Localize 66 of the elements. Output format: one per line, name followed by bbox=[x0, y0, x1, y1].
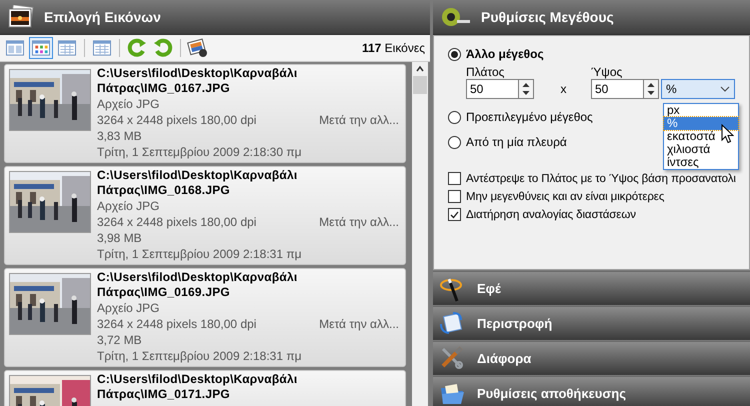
image-viewer-icon[interactable] bbox=[186, 37, 210, 59]
file-date: Τρίτη, 1 Σεπτεμβρίου 2009 2:18:30 πμ bbox=[97, 144, 303, 160]
file-path: C:\Users\filod\Desktop\Καρναβάλι Πάτρας\IMG_0167.JPG bbox=[97, 66, 298, 96]
file-date: Τρίτη, 1 Σεπτεμβρίου 2009 2:18:31 πμ bbox=[97, 348, 303, 364]
unit-option[interactable]: ίντσες bbox=[664, 156, 738, 169]
section-header[interactable]: Περιστροφή bbox=[433, 306, 750, 340]
image-count: 117 Εικόνες bbox=[362, 41, 426, 55]
radio-option[interactable]: Άλλο μέγεθος bbox=[448, 44, 544, 64]
resize-status: Μετά την αλλ... bbox=[319, 316, 399, 332]
file-type: Αρχείο JPG bbox=[97, 96, 160, 112]
height-label: Ύψος bbox=[591, 65, 624, 79]
radio-option[interactable]: Από τη μία πλευρά bbox=[448, 132, 567, 152]
photos-icon bbox=[8, 5, 34, 29]
file-type: Αρχείο JPG bbox=[97, 198, 160, 214]
file-path: C:\Users\filod\Desktop\Καρναβάλι Πάτρας\IMG_0168.JPG bbox=[97, 168, 298, 198]
scrollbar-thumb[interactable] bbox=[413, 76, 427, 94]
width-field[interactable]: 50 bbox=[466, 79, 518, 99]
checkbox[interactable] bbox=[448, 208, 461, 221]
unit-option[interactable]: px bbox=[664, 104, 738, 117]
unit-dropdown[interactable]: % bbox=[661, 79, 735, 99]
image-card[interactable]: C:\Users\filod\Desktop\Καρναβάλι Πάτρας\IMG_0168.JPG Αρχείο JPG 3264 x 2448 pixels 180,00 dpi Μετά την αλλ... 3,98 MB Τρίτη, 1 Σεπτεμβρίου 2009 2:18:31 πμ bbox=[4, 166, 406, 265]
view-button[interactable] bbox=[29, 37, 53, 59]
checkbox[interactable] bbox=[448, 190, 461, 203]
width-label: Πλάτος bbox=[466, 65, 506, 79]
panel-title: Ρυθμίσεις Μεγέθους bbox=[481, 9, 614, 25]
resize-status: Μετά την αλλ... bbox=[319, 214, 399, 230]
checkbox-option[interactable]: Μην μεγενθύνεις και αν είναι μικρότερες bbox=[448, 190, 664, 203]
radio-button[interactable] bbox=[448, 136, 461, 148]
tools-icon bbox=[442, 346, 463, 368]
unit-option[interactable]: εκατοστά bbox=[664, 130, 738, 143]
checkbox-option[interactable]: Αντέστρεψε το Πλάτος με το Ύψος βάση προσανατολι bbox=[448, 172, 736, 185]
file-date: Τρίτη, 1 Σεπτεμβρίου 2009 2:18:31 πμ bbox=[97, 246, 303, 262]
spin-arrows-icon[interactable] bbox=[643, 79, 659, 99]
checkbox[interactable] bbox=[448, 172, 461, 185]
radio-button[interactable] bbox=[448, 110, 461, 124]
times-sign: x bbox=[560, 82, 568, 96]
image-card[interactable]: C:\Users\filod\Desktop\Καρναβάλι Πάτρας\IMG_0171.JPG bbox=[4, 370, 406, 406]
mouse-cursor-icon bbox=[721, 124, 734, 144]
image-dimensions: 3264 x 2448 pixels 180,00 dpi bbox=[97, 316, 256, 332]
folder-icon bbox=[441, 384, 464, 404]
file-size: 3,72 MB bbox=[97, 332, 143, 348]
file-size: 3,98 MB bbox=[97, 230, 143, 246]
section-header[interactable]: Διάφορα bbox=[433, 341, 750, 375]
unit-option[interactable]: % bbox=[664, 117, 738, 130]
panel-title: Επιλογή Εικόνων bbox=[44, 9, 161, 25]
section-header[interactable]: Εφέ bbox=[433, 271, 750, 305]
section-header[interactable]: Ρυθμίσεις αποθήκευσης bbox=[433, 376, 750, 406]
image-card[interactable]: C:\Users\filod\Desktop\Καρναβάλι Πάτρας\IMG_0167.JPG Αρχείο JPG 3264 x 2448 pixels 180,00 dpi Μετά την αλλ... 3,83 MB Τρίτη, 1 Σεπτεμβρίου 2009 2:18:30 πμ bbox=[4, 64, 406, 163]
page-rotate-icon bbox=[440, 312, 462, 334]
file-path: C:\Users\filod\Desktop\Καρναβάλι Πάτρας\IMG_0169.JPG bbox=[97, 270, 298, 300]
spin-arrows-icon[interactable] bbox=[518, 79, 534, 99]
radio-option[interactable]: Προεπιλεγμένο μέγεθος bbox=[448, 107, 593, 127]
image-dimensions: 3264 x 2448 pixels 180,00 dpi bbox=[97, 214, 256, 230]
file-type: Αρχείο JPG bbox=[97, 300, 160, 316]
height-field[interactable]: 50 bbox=[591, 79, 643, 99]
file-path: C:\Users\filod\Desktop\Καρναβάλι Πάτρας\IMG_0171.JPG bbox=[97, 372, 298, 402]
file-size: 3,83 MB bbox=[97, 128, 143, 144]
magic-wand-icon bbox=[440, 278, 462, 302]
tape-measure-icon bbox=[441, 6, 471, 28]
image-card[interactable]: C:\Users\filod\Desktop\Καρναβάλι Πάτρας\IMG_0169.JPG Αρχείο JPG 3264 x 2448 pixels 180,00 dpi Μετά την αλλ... 3,72 MB Τρίτη, 1 Σεπτεμβρίου 2009 2:18:31 πμ bbox=[4, 268, 406, 367]
checkbox-option[interactable]: Διατήρηση αναλογίας διαστάσεων bbox=[448, 208, 636, 221]
unit-option[interactable]: χιλιοστά bbox=[664, 143, 738, 156]
resize-status: Μετά την αλλ... bbox=[319, 112, 399, 128]
radio-button[interactable] bbox=[448, 48, 461, 60]
image-dimensions: 3264 x 2448 pixels 180,00 dpi bbox=[97, 112, 256, 128]
chevron-down-icon bbox=[720, 86, 730, 92]
